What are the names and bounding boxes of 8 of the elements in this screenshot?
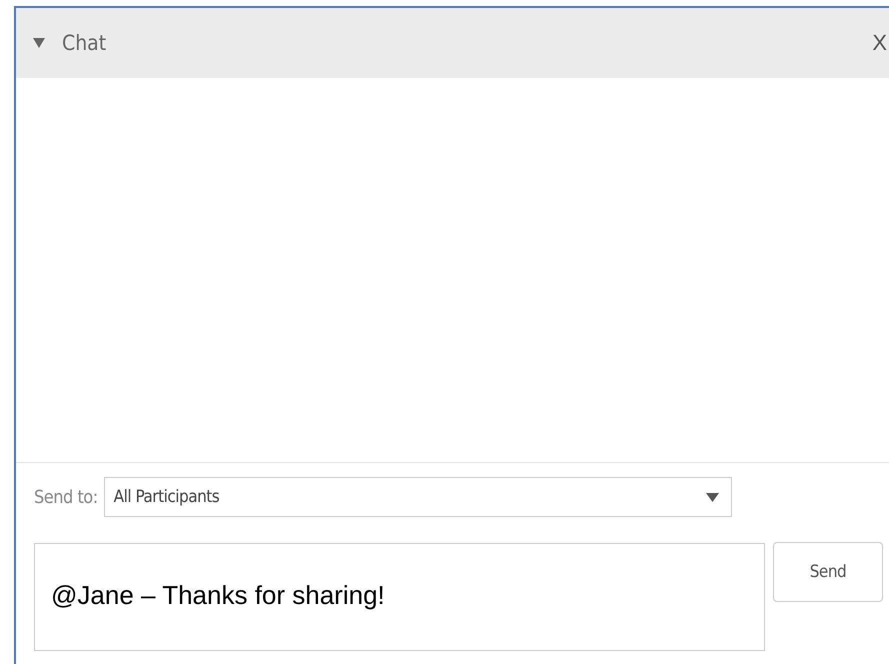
send-button[interactable]: Send [773,542,883,602]
close-button[interactable]: X [870,30,889,56]
caret-icon [706,492,719,502]
collapse-icon[interactable] [33,38,45,48]
send-to-label: Send to: [34,486,98,508]
recipient-dropdown[interactable]: All Participants [104,477,732,517]
panel-title: Chat [62,31,106,55]
message-field[interactable]: @Jane – Thanks for sharing! [34,543,765,651]
